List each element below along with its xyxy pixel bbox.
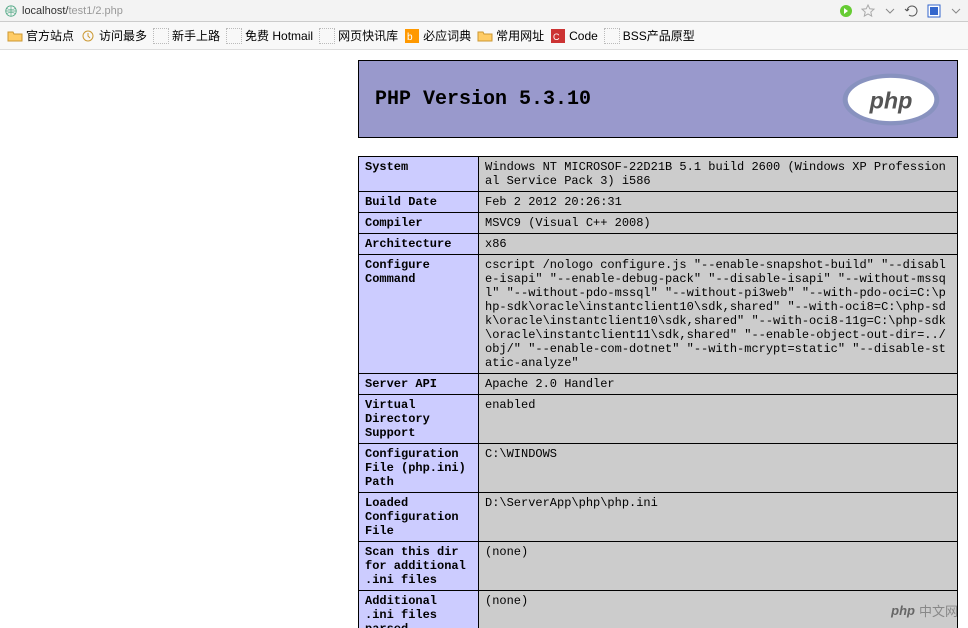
page-icon: [319, 28, 335, 44]
bookmark-code[interactable]: C Code: [549, 26, 599, 46]
bookmark-label: 免费 Hotmail: [245, 27, 313, 44]
bing-icon: b: [404, 28, 420, 44]
info-key: Scan this dir for additional .ini files: [359, 542, 479, 591]
bookmark-label: 网页快讯库: [338, 27, 398, 44]
url-host: localhost/: [22, 5, 68, 17]
bookmark-getting-started[interactable]: 新手上路: [152, 25, 221, 46]
star-icon[interactable]: [860, 3, 876, 19]
table-row: Configuration File (php.ini) PathC:\WIND…: [359, 444, 958, 493]
address-right-icons: [838, 3, 964, 19]
info-key: Additional .ini files parsed: [359, 591, 479, 628]
bookmark-label: 官方站点: [26, 27, 74, 44]
info-value: Windows NT MICROSOF-22D21B 5.1 build 260…: [479, 157, 958, 192]
info-value: enabled: [479, 395, 958, 444]
table-row: Build DateFeb 2 2012 20:26:31: [359, 192, 958, 213]
info-key: Virtual Directory Support: [359, 395, 479, 444]
svg-text:php: php: [869, 87, 913, 113]
info-value: Feb 2 2012 20:26:31: [479, 192, 958, 213]
page-icon: [153, 28, 169, 44]
table-row: Architecturex86: [359, 234, 958, 255]
bookmark-most-visited[interactable]: 访问最多: [79, 25, 148, 46]
dropdown-icon[interactable]: [882, 3, 898, 19]
bookmark-label: Code: [569, 29, 598, 43]
bookmark-label: 访问最多: [99, 27, 147, 44]
table-row: Virtual Directory Supportenabled: [359, 395, 958, 444]
chevron-down-icon[interactable]: [948, 3, 964, 19]
folder-icon: [7, 28, 23, 44]
reload-icon[interactable]: [904, 3, 920, 19]
info-key: System: [359, 157, 479, 192]
info-key: Architecture: [359, 234, 479, 255]
info-value: cscript /nologo configure.js "--enable-s…: [479, 255, 958, 374]
info-value: (none): [479, 591, 958, 628]
table-row: SystemWindows NT MICROSOF-22D21B 5.1 bui…: [359, 157, 958, 192]
history-icon: [80, 28, 96, 44]
phpinfo-container: PHP Version 5.3.10 php SystemWindows NT …: [358, 60, 958, 628]
info-key: Configuration File (php.ini) Path: [359, 444, 479, 493]
info-key: Build Date: [359, 192, 479, 213]
url-path: test1/2.php: [68, 5, 122, 17]
info-key: Configure Command: [359, 255, 479, 374]
bookmark-bar: 官方站点 访问最多 新手上路 免费 Hotmail 网页快讯库 b 必应词典 常…: [0, 22, 968, 50]
table-row: Server APIApache 2.0 Handler: [359, 374, 958, 395]
table-row: Scan this dir for additional .ini files(…: [359, 542, 958, 591]
bookmark-label: 必应词典: [423, 27, 471, 44]
php-logo-icon: php: [841, 72, 941, 127]
watermark-text: 中文网: [919, 601, 958, 620]
info-key: Loaded Configuration File: [359, 493, 479, 542]
info-key: Server API: [359, 374, 479, 395]
bookmark-label: 新手上路: [172, 27, 220, 44]
url-display[interactable]: localhost/test1/2.php: [22, 5, 838, 17]
table-row: Configure Commandcscript /nologo configu…: [359, 255, 958, 374]
php-version-title: PHP Version 5.3.10: [375, 88, 591, 111]
info-value: Apache 2.0 Handler: [479, 374, 958, 395]
info-value: (none): [479, 542, 958, 591]
bookmark-bing-dict[interactable]: b 必应词典: [403, 25, 472, 46]
phpinfo-table: SystemWindows NT MICROSOF-22D21B 5.1 bui…: [358, 156, 958, 628]
bookmark-label: BSS产品原型: [623, 27, 695, 44]
page-icon: [226, 28, 242, 44]
info-key: Compiler: [359, 213, 479, 234]
bookmark-bss-prototype[interactable]: BSS产品原型: [603, 25, 696, 46]
table-row: Additional .ini files parsed(none): [359, 591, 958, 628]
table-row: Loaded Configuration FileD:\ServerApp\ph…: [359, 493, 958, 542]
watermark: php 中文网: [891, 601, 958, 620]
watermark-brand: php: [891, 603, 915, 618]
table-row: CompilerMSVC9 (Visual C++ 2008): [359, 213, 958, 234]
folder-icon: [477, 28, 493, 44]
info-value: MSVC9 (Visual C++ 2008): [479, 213, 958, 234]
info-value: x86: [479, 234, 958, 255]
page-icon: [604, 28, 620, 44]
code-icon: C: [550, 28, 566, 44]
page-content: PHP Version 5.3.10 php SystemWindows NT …: [0, 50, 968, 628]
bookmark-webslice[interactable]: 网页快讯库: [318, 25, 399, 46]
app-icon[interactable]: [926, 3, 942, 19]
go-icon[interactable]: [838, 3, 854, 19]
phpinfo-header: PHP Version 5.3.10 php: [358, 60, 958, 138]
address-bar: localhost/test1/2.php: [0, 0, 968, 22]
bookmark-label: 常用网址: [496, 27, 544, 44]
info-value: D:\ServerApp\php\php.ini: [479, 493, 958, 542]
globe-icon: [4, 4, 18, 18]
bookmark-official-site[interactable]: 官方站点: [6, 25, 75, 46]
svg-text:b: b: [407, 32, 413, 43]
info-value: C:\WINDOWS: [479, 444, 958, 493]
bookmark-hotmail[interactable]: 免费 Hotmail: [225, 25, 314, 46]
bookmark-common-sites[interactable]: 常用网址: [476, 25, 545, 46]
svg-text:C: C: [553, 32, 560, 42]
